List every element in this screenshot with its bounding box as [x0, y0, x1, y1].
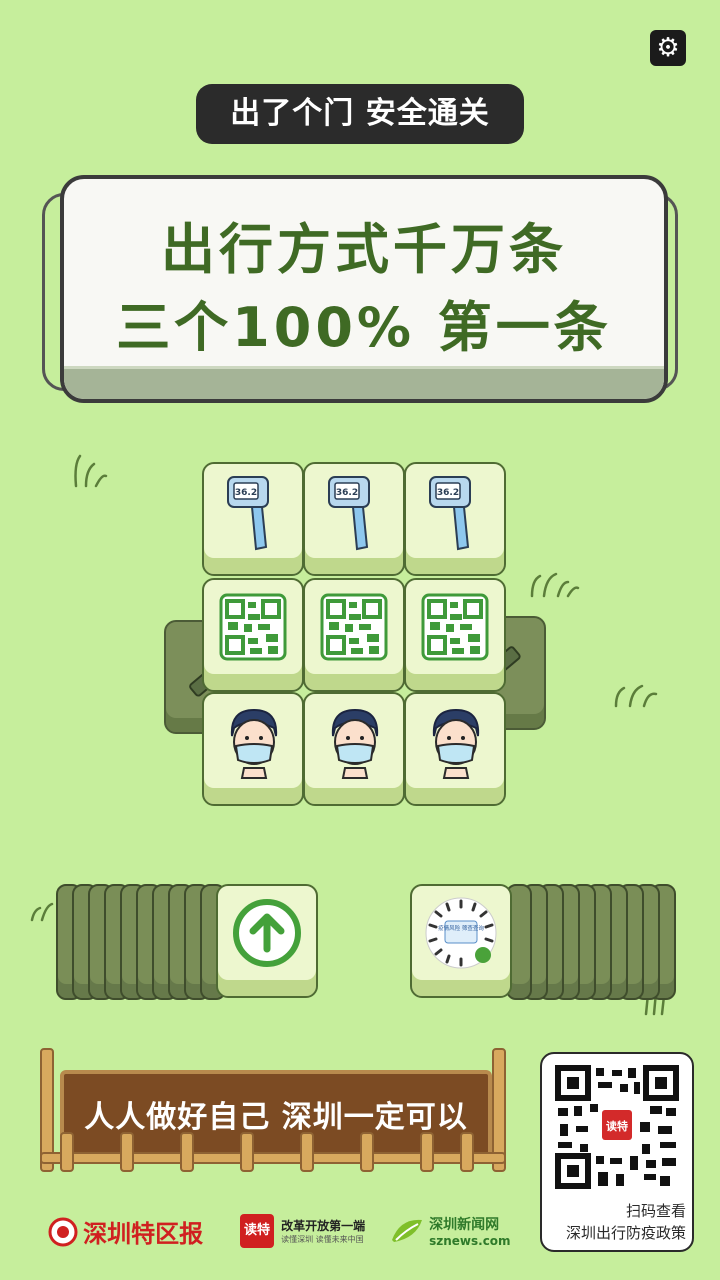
thermometer-icon: 36.2 [429, 476, 471, 551]
grass-decoration [614, 684, 658, 708]
fence-post [120, 1132, 134, 1172]
tile-health-code[interactable] [303, 578, 405, 692]
slogan-text: 人人做好自己 深圳一定可以 [84, 1100, 468, 1135]
thermometer-icon: 36.2 [328, 476, 370, 551]
banner: 出行方式千万条 三个100% 第一条 [60, 175, 668, 403]
health-code-icon [421, 593, 489, 661]
qr-code-icon: 读特 [554, 1064, 680, 1190]
dute-badge: 读特 [240, 1214, 274, 1248]
logo-dute: 读特 改革开放第一端 读懂深圳 读懂未来中国 [240, 1214, 365, 1250]
masked-person-icon [230, 708, 278, 779]
tile-thermometer[interactable]: 36.2 [202, 462, 304, 576]
logo-sznews: 深圳新闻网 sznews.com [390, 1214, 511, 1250]
qr-caption-line-1: 扫码查看 [625, 1202, 686, 1220]
qr-badge: 读特 [606, 1119, 628, 1133]
logo-1-text: 深圳特区报 [83, 1219, 204, 1248]
fence-post [240, 1132, 254, 1172]
masked-person-icon [432, 708, 480, 779]
fence-post [420, 1132, 434, 1172]
fence-post [180, 1132, 194, 1172]
logo-3-sub: sznews.com [429, 1234, 511, 1248]
fence-rail [40, 1152, 506, 1164]
tile-masked-person[interactable] [404, 692, 506, 806]
health-code-icon [320, 593, 388, 661]
up-arrow-icon [233, 899, 301, 967]
health-code-icon [219, 593, 287, 661]
slogan-fence: 人人做好自己 深圳一定可以 [40, 1048, 506, 1172]
masked-person-icon [331, 708, 379, 779]
banner-line-1: 出行方式千万条 [161, 218, 567, 281]
tile-health-code[interactable] [404, 578, 506, 692]
grass-decoration [74, 454, 108, 488]
banner-line-2: 三个100% 第一条 [116, 296, 612, 359]
gear-icon: ⚙ [656, 33, 680, 63]
mini-program-code-icon: 疫情风险 筛查查询 [425, 897, 497, 969]
tile-masked-person[interactable] [303, 692, 405, 806]
tile-health-code[interactable] [202, 578, 304, 692]
logo-shenzhen-special-zone-daily: 深圳特区报 [48, 1214, 203, 1250]
fence-post [300, 1132, 314, 1172]
temperature-label: 36.2 [437, 488, 459, 498]
temperature-label: 36.2 [235, 488, 257, 498]
mini-code-text: 疫情风险 筛查查询 [438, 924, 484, 932]
fence-post [460, 1132, 474, 1172]
temperature-label: 36.2 [336, 488, 358, 498]
newspaper-logo-icon [48, 1217, 78, 1246]
policy-qr-card[interactable]: 读特 扫码查看 深圳出行防疫政策 [540, 1052, 694, 1252]
logo-2-sub: 读懂深圳 读懂未来中国 [281, 1235, 364, 1244]
grass-decoration [30, 902, 54, 922]
tile-masked-person[interactable] [202, 692, 304, 806]
tile-up-arrow[interactable] [216, 884, 318, 998]
thermometer-icon: 36.2 [227, 476, 269, 551]
settings-button[interactable]: ⚙ [650, 30, 686, 66]
logo-2-title: 改革开放第一端 [281, 1219, 366, 1233]
sznews-leaf-icon [392, 1219, 422, 1242]
tile-thermometer[interactable]: 36.2 [404, 462, 506, 576]
tile-thermometer[interactable]: 36.2 [303, 462, 405, 576]
qr-caption-line-2: 深圳出行防疫政策 [565, 1224, 686, 1242]
fence-post [60, 1132, 74, 1172]
tile-mini-program-code[interactable]: 疫情风险 筛查查询 [410, 884, 512, 998]
banner-shadow [64, 366, 664, 399]
grass-decoration [530, 572, 580, 598]
fence-post [360, 1132, 374, 1172]
logo-3-title: 深圳新闻网 [429, 1217, 500, 1233]
level-title-pill: 出了个门 安全通关 [196, 84, 524, 144]
